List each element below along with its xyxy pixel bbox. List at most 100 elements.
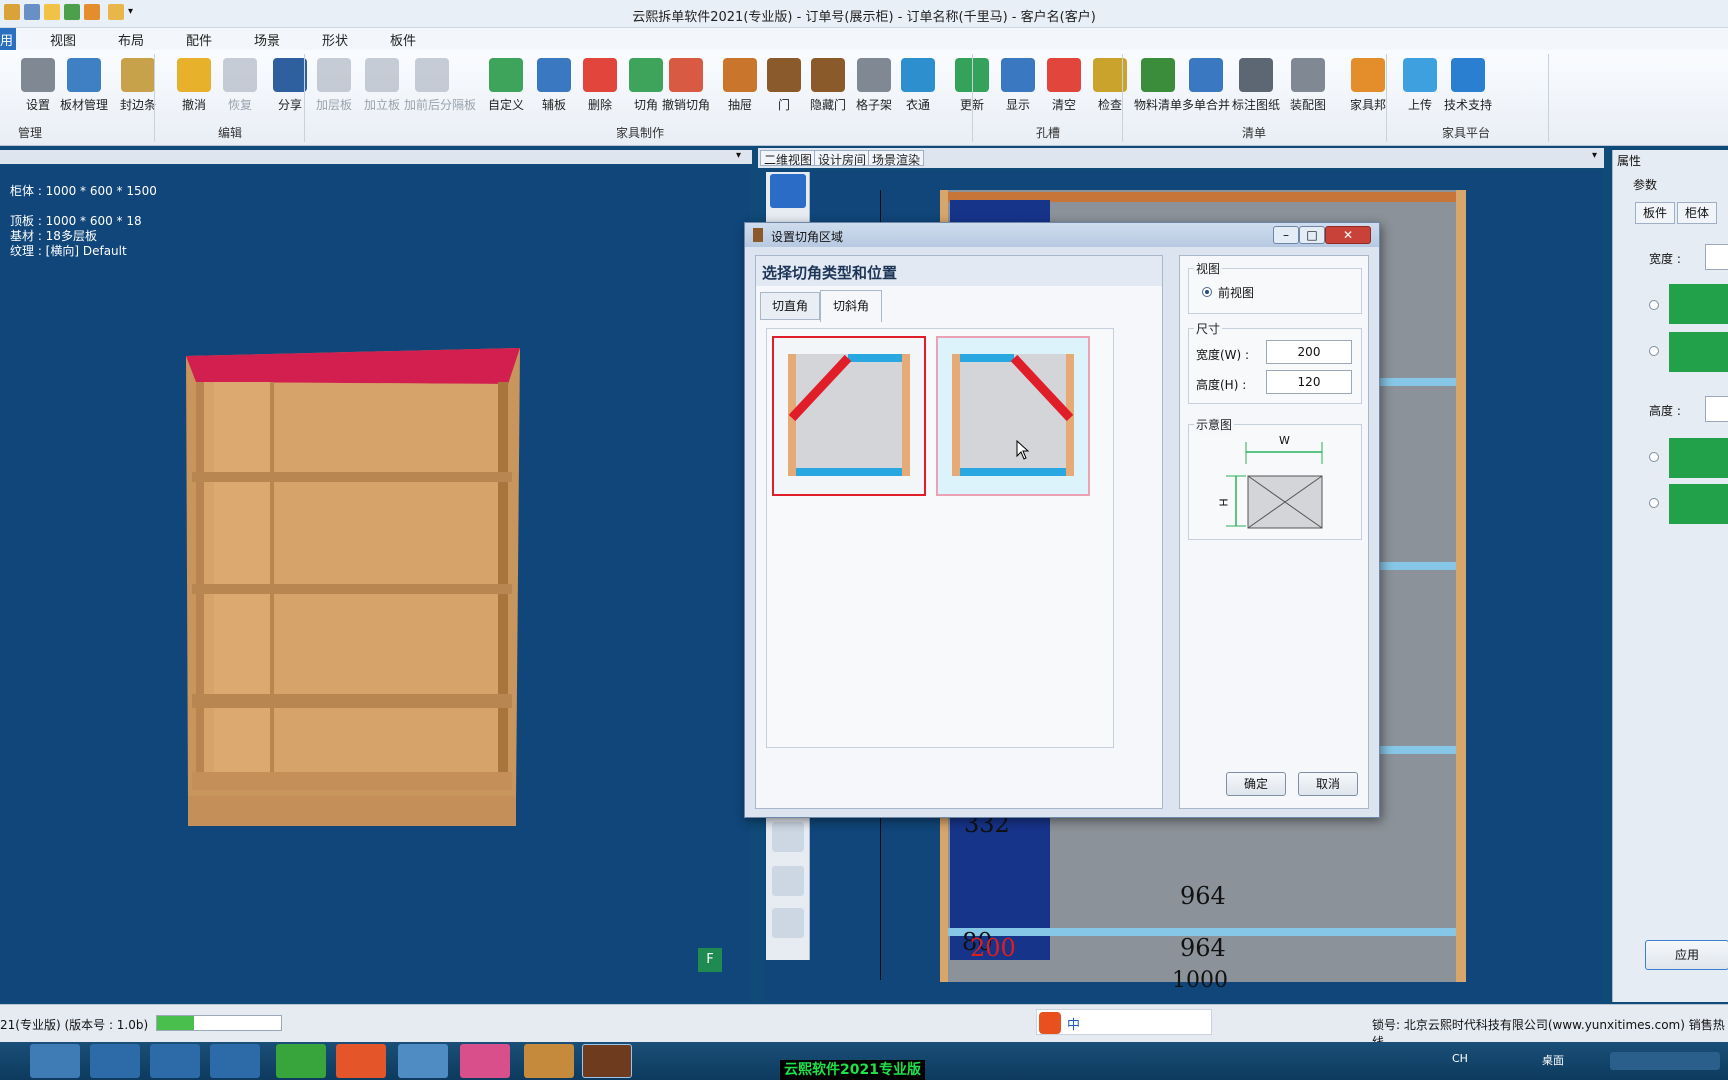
ribbon-button-panel-stack[interactable]: 板材管理 [56,58,112,118]
height-label: 高度 : [1649,404,1681,418]
ribbon-button-label: 标注图纸 [1231,98,1280,112]
material-list-icon [1141,58,1175,92]
ribbon-button-furniture-home[interactable]: 家具邦 [1340,58,1396,118]
yunxi-app-icon[interactable] [582,1044,632,1078]
close-icon[interactable]: ✕ [1325,226,1371,244]
chrome-icon[interactable] [30,1044,80,1078]
width-label: 宽度 : [1649,252,1681,266]
browser-icon[interactable] [150,1044,200,1078]
menu-tab-scene[interactable]: 场景 [254,30,280,49]
menu-tab-panel[interactable]: 板件 [390,30,416,49]
tray-icons[interactable] [1610,1052,1720,1070]
tab-design-room[interactable]: 设计房间 [814,150,871,167]
tab-2d-view[interactable]: 二维视图 [760,150,817,167]
ribbon-button-help[interactable]: 技术支持 [1440,58,1496,118]
dialog-heading: 选择切角类型和位置 [762,264,898,282]
title-bar: ▾ 云熙拆单软件2021(专业版) - 订单号(展示柜) - 订单名称(千里马)… [0,0,1728,28]
pencil-icon[interactable] [772,908,804,938]
ribbon-button-merge[interactable]: 多单合并 [1178,58,1234,118]
maximize-icon[interactable]: □ [1299,226,1325,244]
tab-bevel-cut[interactable]: 切斜角 [820,290,882,322]
properties-panel: 属性 参数 板件 柜体 宽度 : 高度 : 应用 [1612,150,1728,1002]
height-option-image-2[interactable] [1669,484,1728,524]
zoom-icon[interactable] [772,822,804,852]
screenshot-icon[interactable] [772,866,804,896]
ribbon-button-add-upright[interactable]: 加立板 [354,58,410,118]
ribbon-button-label: 恢复 [227,98,252,112]
sogou-icon[interactable] [1039,1012,1061,1034]
tray-lang[interactable]: CH [1452,1052,1468,1065]
ok-button[interactable]: 确定 [1226,772,1286,796]
height-option-radio-2[interactable] [1649,498,1659,508]
width-option-image-2[interactable] [1669,332,1728,372]
ribbon-button-undo-cut-corner[interactable]: 撤销切角 [658,58,714,118]
menu-tab-shape[interactable]: 形状 [322,30,348,49]
cat-app-icon[interactable] [210,1044,260,1078]
size-schematic [1226,442,1323,529]
mouse-cursor-icon [1016,440,1030,460]
cabinet-3d-model[interactable] [186,348,521,848]
tab-straight-cut[interactable]: 切直角 [760,292,820,320]
panel-stack-icon [67,58,101,92]
tab-scene-render[interactable]: 场景渲染 [868,150,925,167]
height-label: 高度(H) : [1196,378,1247,392]
cancel-button[interactable]: 取消 [1298,772,1358,796]
height-input[interactable]: 120 [1266,370,1352,394]
group-label-list: 清单 [1241,126,1266,140]
minimize-icon[interactable]: – [1273,226,1299,244]
group-label-furniture: 家具制作 [615,126,664,140]
menu-tab-view[interactable]: 视图 [50,30,76,49]
front-view-radio[interactable] [1202,287,1212,297]
3d-cube-icon[interactable] [770,174,806,208]
front-view-badge[interactable]: F [698,948,722,972]
width-option-radio-2[interactable] [1649,346,1659,356]
height-input[interactable] [1705,396,1728,422]
settings-pane: 视图 前视图 尺寸 宽度(W) : 200 高度(H) : 120 示意图 W … [1179,255,1369,809]
group-divider [1386,54,1387,142]
width-input[interactable] [1705,244,1728,270]
right-panel-dropdown-icon[interactable]: ▾ [1592,150,1597,161]
height-option-radio-1[interactable] [1649,452,1659,462]
ribbon-button-hanger-rail[interactable]: 衣通 [890,58,946,118]
merge-icon [1189,58,1223,92]
bevel-right-option[interactable] [936,336,1090,496]
bird-app-icon[interactable] [90,1044,140,1078]
group-label-holes: 孔槽 [1035,126,1060,140]
3d-view-panel[interactable]: 柜体 : 1000 * 600 * 1500 顶板 : 1000 * 600 *… [0,166,750,1002]
cut-corner-dialog: 设置切角区域 – □ ✕ 选择切角类型和位置 切直角 切斜角 视图 前视图 尺寸… [744,222,1380,818]
hanger-rail-icon [901,58,935,92]
dim-964-upper: 964 [1180,882,1226,910]
menu-tab-layout[interactable]: 布局 [118,30,144,49]
width-option-radio-1[interactable] [1649,300,1659,310]
ime-mode[interactable]: 中 [1067,1014,1080,1033]
width-input[interactable]: 200 [1266,340,1352,364]
size-group-label: 尺寸 [1194,320,1223,337]
tab-panel[interactable]: 板件 [1635,202,1675,224]
ribbon-button-assembly[interactable]: 装配图 [1280,58,1336,118]
ribbon-button-edge-band[interactable]: 封边条 [110,58,166,118]
width-option-image-1[interactable] [1669,284,1728,324]
dribbble-icon[interactable] [460,1044,510,1078]
group-divider [1122,54,1123,142]
width-label: 宽度(W) : [1196,348,1250,362]
ribbon-button-dwg[interactable]: 标注图纸 [1228,58,1284,118]
ribbon-button-redo[interactable]: 恢复 [212,58,268,118]
height-option-image-1[interactable] [1669,438,1728,478]
camtasia-orange-icon[interactable] [336,1044,386,1078]
circle-app-icon[interactable] [524,1044,574,1078]
bevel-left-option[interactable] [772,336,926,496]
ribbon-button-add-divider[interactable]: 加前后分隔板 [404,58,476,118]
tray-desktop[interactable]: 桌面 [1542,1052,1564,1068]
note-app-icon[interactable] [398,1044,448,1078]
panel-dropdown-icon[interactable]: ▾ [736,150,741,161]
dim-1000: 1000 [1172,968,1228,993]
delete-icon [583,58,617,92]
tab-cabinet[interactable]: 柜体 [1677,202,1717,224]
camtasia-green-icon[interactable] [276,1044,326,1078]
apply-button[interactable]: 应用 [1645,940,1728,970]
group-divider [1548,54,1549,142]
menu-tab-accessories[interactable]: 配件 [186,30,212,49]
group-divider [304,54,305,142]
ime-toolbar[interactable]: 中 [1036,1009,1212,1035]
menu-tab-main[interactable]: 用 [0,30,13,49]
